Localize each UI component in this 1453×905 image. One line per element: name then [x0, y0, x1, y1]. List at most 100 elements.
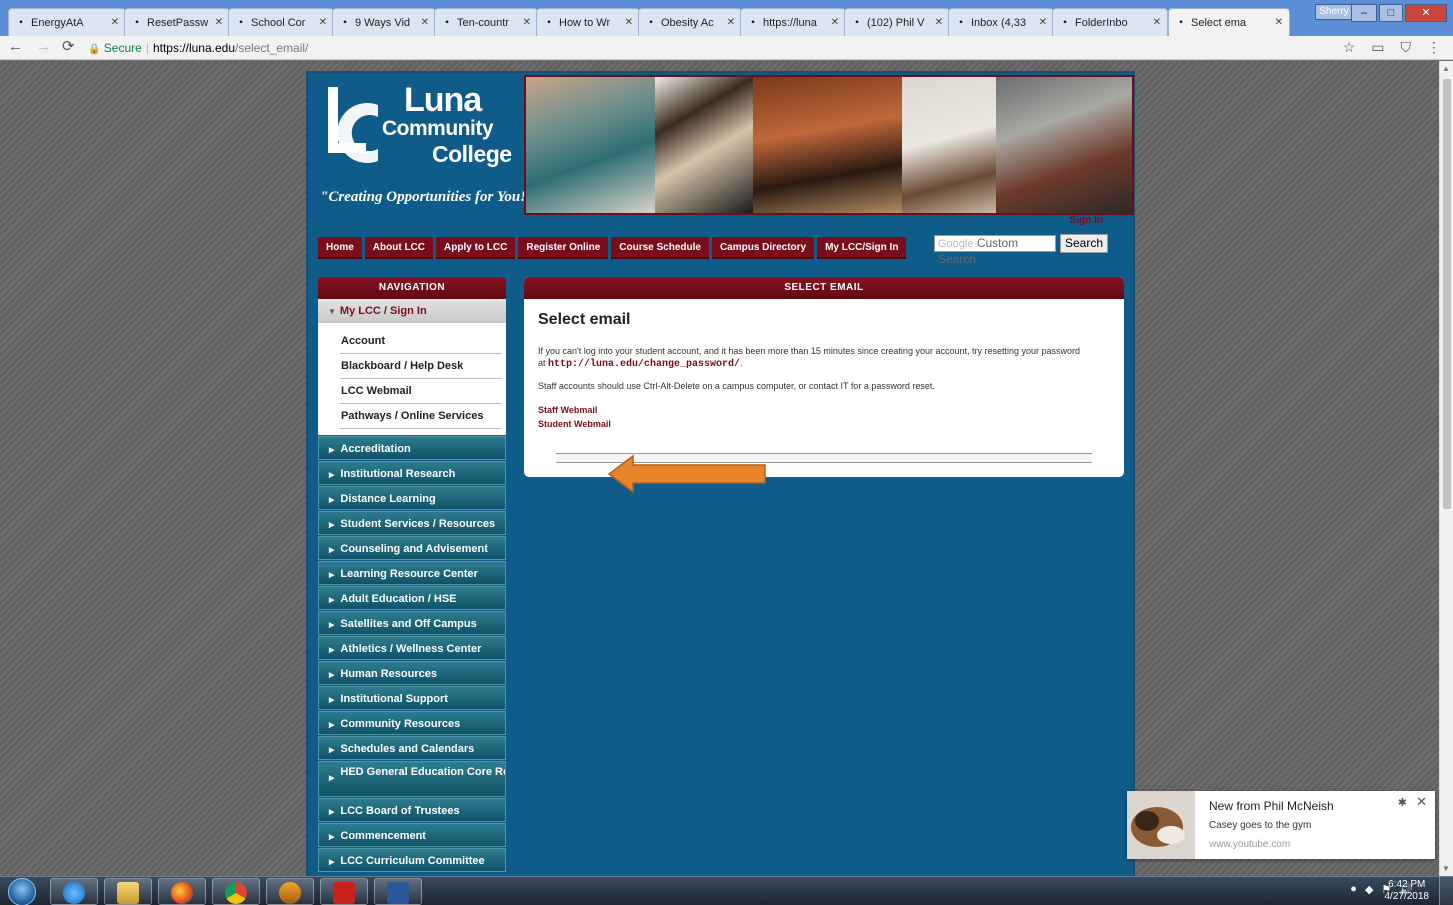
change-password-link[interactable]: http://luna.edu/change_password/: [548, 359, 740, 370]
menu-item[interactable]: My LCC/Sign In: [817, 237, 907, 259]
browser-tab[interactable]: ▪ FolderInbo ✕: [1052, 8, 1168, 36]
address-bar[interactable]: 🔒 Secure | https://luna.edu/select_email/: [88, 39, 1328, 57]
system-clock[interactable]: 6:42 PM 4/27/2018: [1385, 879, 1430, 903]
nav-section-my-lcc[interactable]: ▼ My LCC / Sign In: [318, 299, 506, 323]
college-logo[interactable]: Luna Community College "Creating Opportu…: [312, 77, 534, 211]
close-tab-icon[interactable]: ✕: [1036, 17, 1047, 28]
nav-sub-item[interactable]: Pathways / Online Services: [340, 404, 502, 429]
profile-button[interactable]: Sherry: [1315, 4, 1353, 20]
panel-heading: SELECT EMAIL: [524, 277, 1124, 299]
taskbar-file-explorer[interactable]: [104, 878, 152, 905]
close-tab-icon[interactable]: ✕: [622, 17, 633, 28]
nav-item[interactable]: ▶ Satellites and Off Campus: [318, 611, 506, 635]
start-button[interactable]: [8, 878, 36, 905]
scrollbar-thumb[interactable]: [1443, 79, 1451, 509]
nav-item[interactable]: ▶ Distance Learning: [318, 486, 506, 510]
extension-shield-icon[interactable]: ⛉: [1401, 39, 1412, 56]
close-tab-icon[interactable]: ✕: [212, 17, 223, 28]
nav-item[interactable]: ▶ Counseling and Advisement: [318, 536, 506, 560]
taskbar-internet-explorer[interactable]: [50, 878, 98, 905]
close-tab-icon[interactable]: ✕: [828, 17, 839, 28]
browser-tab[interactable]: ▪ How to Wr ✕: [536, 8, 640, 36]
taskbar-acrobat[interactable]: [320, 878, 368, 905]
nav-item-label: Institutional Support: [340, 693, 448, 705]
browser-tab[interactable]: ▪ ResetPassw ✕: [124, 8, 230, 36]
nav-item[interactable]: ▶ Commencement: [318, 823, 506, 847]
nav-item[interactable]: ▶ Learning Resource Center: [318, 561, 506, 585]
menu-item[interactable]: Apply to LCC: [436, 237, 516, 259]
maximize-button[interactable]: □: [1379, 4, 1403, 22]
menu-item[interactable]: Course Schedule: [611, 237, 709, 259]
youtube-notification[interactable]: New from Phil McNeish Casey goes to the …: [1127, 791, 1435, 859]
taskbar-app[interactable]: [266, 878, 314, 905]
browser-tab[interactable]: ▪ Obesity Ac ✕: [638, 8, 742, 36]
browser-tab[interactable]: ▪ Inbox (4,33 ✕: [948, 8, 1054, 36]
vertical-scrollbar[interactable]: ▲ ▼: [1439, 61, 1453, 876]
close-tab-icon[interactable]: ✕: [520, 17, 531, 28]
browser-tab[interactable]: ▪ School Cor ✕: [228, 8, 334, 36]
menu-item[interactable]: About LCC: [364, 237, 434, 259]
nav-item[interactable]: ▶ LCC Board of Trustees: [318, 798, 506, 822]
nav-item[interactable]: ▶ Student Services / Resources: [318, 511, 506, 535]
tray-app-icon[interactable]: ●: [1350, 883, 1357, 896]
close-icon[interactable]: ✕: [1416, 794, 1427, 810]
nav-item[interactable]: ▶ Athletics / Wellness Center: [318, 636, 506, 660]
browser-tab[interactable]: ▪ 9 Ways Vid ✕: [332, 8, 436, 36]
nav-item[interactable]: ▶ HED General Education Core Reporting: [318, 761, 506, 797]
close-tab-icon[interactable]: ✕: [1150, 17, 1161, 28]
triangle-right-icon: ▶: [329, 597, 335, 604]
browser-tab[interactable]: ▪ (102) Phil V ✕: [844, 8, 950, 36]
minimize-button[interactable]: –: [1351, 4, 1377, 22]
close-tab-icon[interactable]: ✕: [418, 17, 429, 28]
scroll-up-icon[interactable]: ▲: [1442, 64, 1450, 73]
tab-label: Ten-countr: [457, 16, 509, 29]
nav-item[interactable]: ▶ Accreditation: [318, 436, 506, 460]
close-tab-icon[interactable]: ✕: [1272, 17, 1283, 28]
close-tab-icon[interactable]: ✕: [108, 17, 119, 28]
gear-icon[interactable]: ✱: [1398, 796, 1407, 809]
scroll-down-icon[interactable]: ▼: [1442, 864, 1450, 873]
triangle-right-icon: ▶: [329, 697, 335, 704]
nav-sub-item[interactable]: Blackboard / Help Desk: [340, 354, 502, 379]
nav-sub-item[interactable]: LCC Webmail: [340, 379, 502, 404]
custom-search-input[interactable]: Google Custom Search: [934, 235, 1056, 266]
nav-item[interactable]: ▶ Community Resources: [318, 711, 506, 735]
sign-in-link[interactable]: Sign In: [1070, 215, 1103, 226]
nav-item-label: Human Resources: [340, 668, 437, 680]
cast-icon[interactable]: ▭: [1371, 39, 1384, 56]
menu-icon[interactable]: ⋮: [1427, 39, 1441, 56]
menu-item[interactable]: Campus Directory: [711, 237, 815, 259]
nav-item[interactable]: ▶ Institutional Research: [318, 461, 506, 485]
browser-tab[interactable]: ▪ EnergyAtA ✕: [8, 8, 126, 36]
browser-tab[interactable]: ▪ https://luna ✕: [740, 8, 846, 36]
tab-label: Obesity Ac: [661, 16, 714, 29]
forward-icon[interactable]: →: [36, 39, 51, 55]
search-button[interactable]: Search: [1060, 234, 1108, 253]
staff-webmail-link[interactable]: Staff Webmail: [538, 403, 1110, 417]
tab-label: (102) Phil V: [867, 16, 925, 29]
show-desktop-button[interactable]: [1439, 877, 1453, 905]
reload-icon[interactable]: ⟳: [62, 39, 75, 55]
nav-item[interactable]: ▶ Adult Education / HSE: [318, 586, 506, 610]
nav-item[interactable]: ▶ Schedules and Calendars: [318, 736, 506, 760]
photo-culinary: [901, 77, 996, 213]
taskbar-firefox[interactable]: [158, 878, 206, 905]
menu-item[interactable]: Home: [318, 237, 362, 259]
close-tab-icon[interactable]: ✕: [316, 17, 327, 28]
back-icon[interactable]: ←: [8, 39, 23, 55]
menu-item[interactable]: Register Online: [518, 237, 609, 259]
nav-item[interactable]: ▶ Human Resources: [318, 661, 506, 685]
taskbar-chrome[interactable]: [212, 878, 260, 905]
taskbar-word[interactable]: [374, 878, 422, 905]
close-tab-icon[interactable]: ✕: [932, 17, 943, 28]
nav-sub-item[interactable]: Account: [340, 329, 502, 354]
close-tab-icon[interactable]: ✕: [724, 17, 735, 28]
bookmark-star-icon[interactable]: ☆: [1343, 39, 1356, 56]
nav-item[interactable]: ▶ Institutional Support: [318, 686, 506, 710]
browser-tab[interactable]: ▪ Ten-countr ✕: [434, 8, 538, 36]
browser-tab[interactable]: ▪ Select ema ✕: [1168, 8, 1290, 36]
close-window-button[interactable]: ✕: [1405, 4, 1447, 22]
student-webmail-link[interactable]: Student Webmail: [538, 417, 1110, 431]
network-icon[interactable]: ◆: [1365, 883, 1373, 896]
nav-item[interactable]: ▶ LCC Curriculum Committee: [318, 848, 506, 872]
